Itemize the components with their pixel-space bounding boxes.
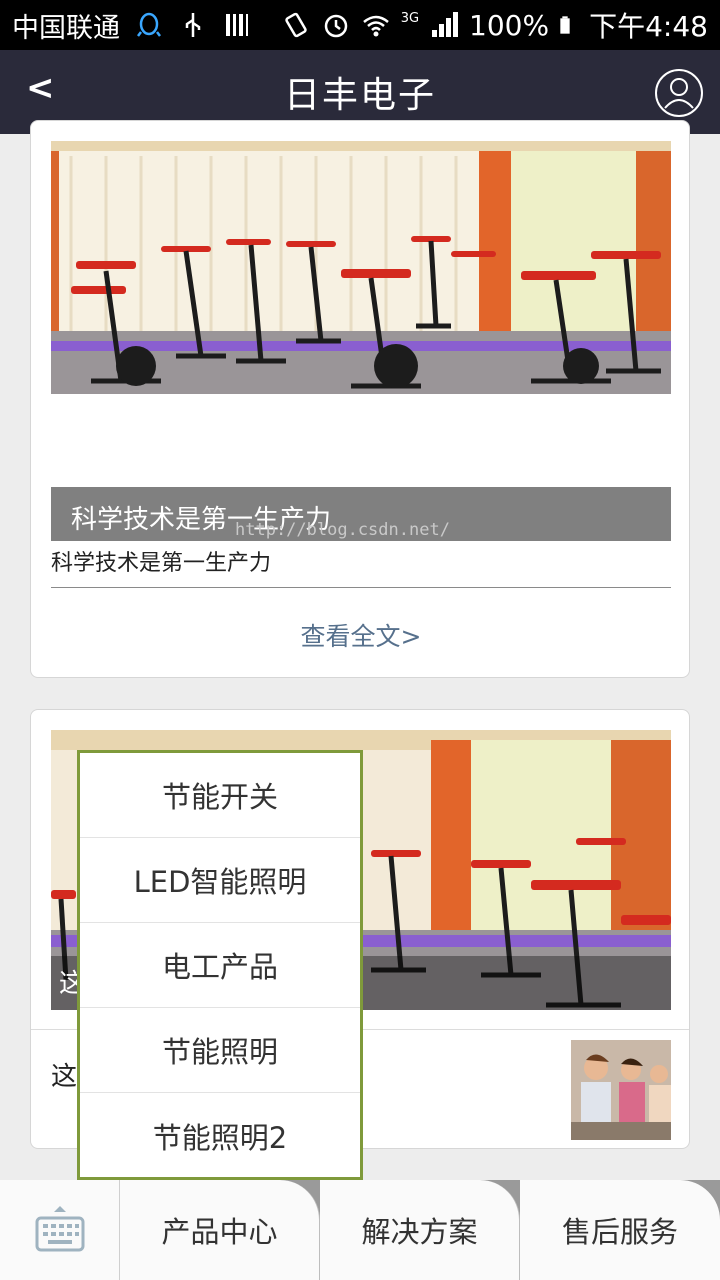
article-photo xyxy=(51,141,671,394)
usb-icon xyxy=(185,13,201,37)
article-card[interactable]: 科学技术是第一生产力 科学技术是第一生产力 查看全文> xyxy=(30,120,690,678)
network-type-label: 3G xyxy=(400,11,420,26)
wifi-icon xyxy=(362,15,389,37)
list-item-title: 这 xyxy=(51,1062,78,1092)
alarm-icon xyxy=(324,14,347,38)
list-item-thumbnail xyxy=(571,1040,671,1140)
read-more-link[interactable]: 查看全文> xyxy=(31,617,689,653)
menu-item-electrical-products[interactable]: 电工产品 xyxy=(80,923,360,1008)
signal-icon xyxy=(432,12,459,37)
vibrate-icon xyxy=(284,12,307,38)
barcode-icon xyxy=(226,14,248,36)
status-bar: 中国联通 3G 100% 下午4:48 xyxy=(0,0,720,50)
tab-solutions[interactable]: 解决方案 xyxy=(320,1180,520,1280)
menu-item-energy-saving-lighting-2[interactable]: 节能照明2 xyxy=(80,1093,360,1178)
keyboard-toggle-button[interactable] xyxy=(0,1180,120,1280)
tab-after-sales[interactable]: 售后服务 xyxy=(520,1180,720,1280)
page-title: 日丰电子 xyxy=(283,75,436,116)
qq-icon xyxy=(137,12,161,37)
divider xyxy=(51,587,671,588)
page: 中国联通 3G 100% 下午4:48 < 日丰电子 科学技术是第一生产力 科学… xyxy=(0,0,720,1280)
article-summary: 科学技术是第一生产力 xyxy=(51,551,272,576)
carrier-label: 中国联通 xyxy=(12,12,120,44)
keyboard-icon xyxy=(35,1206,84,1252)
status-icons xyxy=(134,10,252,40)
battery-icon xyxy=(560,16,570,34)
menu-item-energy-saving-switch[interactable]: 节能开关 xyxy=(80,753,360,838)
user-profile-icon[interactable] xyxy=(654,68,704,118)
back-button[interactable]: < xyxy=(26,68,55,108)
menu-item-led-smart-lighting[interactable]: LED智能照明 xyxy=(80,838,360,923)
status-right: 3G 100% 下午4:48 xyxy=(281,5,708,45)
tab-product-center[interactable]: 产品中心 xyxy=(120,1180,320,1280)
clock: 下午4:48 xyxy=(589,10,708,43)
menu-item-energy-saving-lighting[interactable]: 节能照明 xyxy=(80,1008,360,1093)
watermark: http://blog.csdn.net/ xyxy=(235,520,450,540)
product-category-menu: 节能开关 LED智能照明 电工产品 节能照明 节能照明2 xyxy=(77,750,363,1180)
bottom-tab-bar: 产品中心 解决方案 售后服务 xyxy=(0,1180,720,1280)
battery-percent: 100% xyxy=(469,8,550,42)
